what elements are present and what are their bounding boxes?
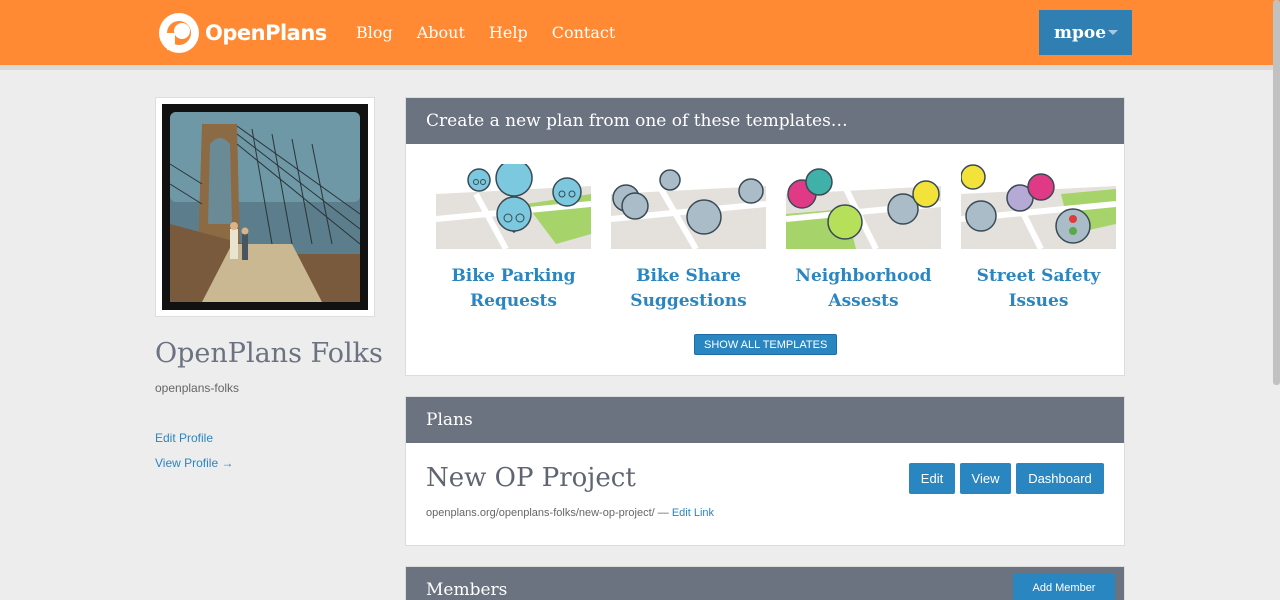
edit-link-link[interactable]: Edit Link bbox=[672, 507, 714, 519]
street-safety-map-icon bbox=[961, 164, 1116, 251]
plan-url-separator: — bbox=[654, 507, 672, 519]
page-scrollbar[interactable] bbox=[1273, 0, 1280, 385]
nav-help[interactable]: Help bbox=[489, 23, 528, 42]
neighborhood-map-icon bbox=[786, 168, 941, 251]
view-profile-link[interactable]: View Profile → bbox=[155, 456, 233, 470]
bike-parking-map-icon bbox=[436, 164, 591, 251]
nav-blog[interactable]: Blog bbox=[356, 23, 393, 42]
user-menu-button[interactable]: mpoe bbox=[1039, 10, 1132, 55]
bike-share-map-icon bbox=[611, 169, 766, 251]
profile-slug: openplans-folks bbox=[155, 381, 240, 395]
template-neighborhood[interactable]: Neighborhood Assests bbox=[776, 164, 951, 314]
plan-url-text: openplans.org/openplans-folks/new-op-pro… bbox=[426, 507, 655, 519]
templates-list: Bike Parking Requests Bike Share Suggest… bbox=[426, 164, 1126, 314]
profile-name: OpenPlans Folks bbox=[155, 338, 383, 369]
main-nav: Blog About Help Contact bbox=[356, 0, 639, 65]
plan-url: openplans.org/openplans-folks/new-op-pro… bbox=[426, 507, 714, 519]
plans-panel: Plans New OP Project Edit View Dashboard… bbox=[405, 396, 1125, 546]
templates-panel: Create a new plan from one of these temp… bbox=[405, 97, 1125, 376]
template-label-bike-share: Bike Share Suggestions bbox=[630, 266, 747, 311]
show-all-templates-button[interactable]: SHOW ALL TEMPLATES bbox=[694, 334, 838, 355]
plan-edit-button[interactable]: Edit bbox=[909, 463, 955, 494]
template-bike-parking[interactable]: Bike Parking Requests bbox=[426, 164, 601, 314]
edit-profile-link[interactable]: Edit Profile bbox=[155, 431, 213, 445]
navbar-shadow bbox=[0, 65, 1280, 70]
members-panel: Members Add Member bbox=[405, 566, 1125, 600]
plan-title[interactable]: New OP Project bbox=[426, 463, 636, 493]
profile-avatar bbox=[155, 97, 375, 317]
add-member-button[interactable]: Add Member bbox=[1013, 573, 1115, 600]
openplans-logo-icon bbox=[159, 13, 199, 53]
nav-about[interactable]: About bbox=[417, 23, 465, 42]
logo-text: OpenPlans bbox=[205, 21, 327, 45]
username: mpoe bbox=[1054, 22, 1107, 43]
nav-contact[interactable]: Contact bbox=[552, 23, 616, 42]
plan-view-button[interactable]: View bbox=[960, 463, 1011, 494]
templates-heading: Create a new plan from one of these temp… bbox=[406, 98, 1124, 144]
template-label-neighborhood: Neighborhood Assests bbox=[795, 266, 932, 311]
template-label-street-safety: Street Safety Issues bbox=[976, 266, 1101, 311]
template-street-safety[interactable]: Street Safety Issues bbox=[951, 164, 1126, 314]
plan-dashboard-button[interactable]: Dashboard bbox=[1016, 463, 1104, 494]
plans-heading: Plans bbox=[406, 397, 1124, 443]
template-bike-share[interactable]: Bike Share Suggestions bbox=[601, 164, 776, 314]
bridge-photo-image bbox=[162, 104, 368, 310]
template-label-bike-parking: Bike Parking Requests bbox=[451, 266, 576, 311]
chevron-down-icon bbox=[1108, 30, 1118, 35]
openplans-logo[interactable]: OpenPlans bbox=[158, 12, 327, 54]
